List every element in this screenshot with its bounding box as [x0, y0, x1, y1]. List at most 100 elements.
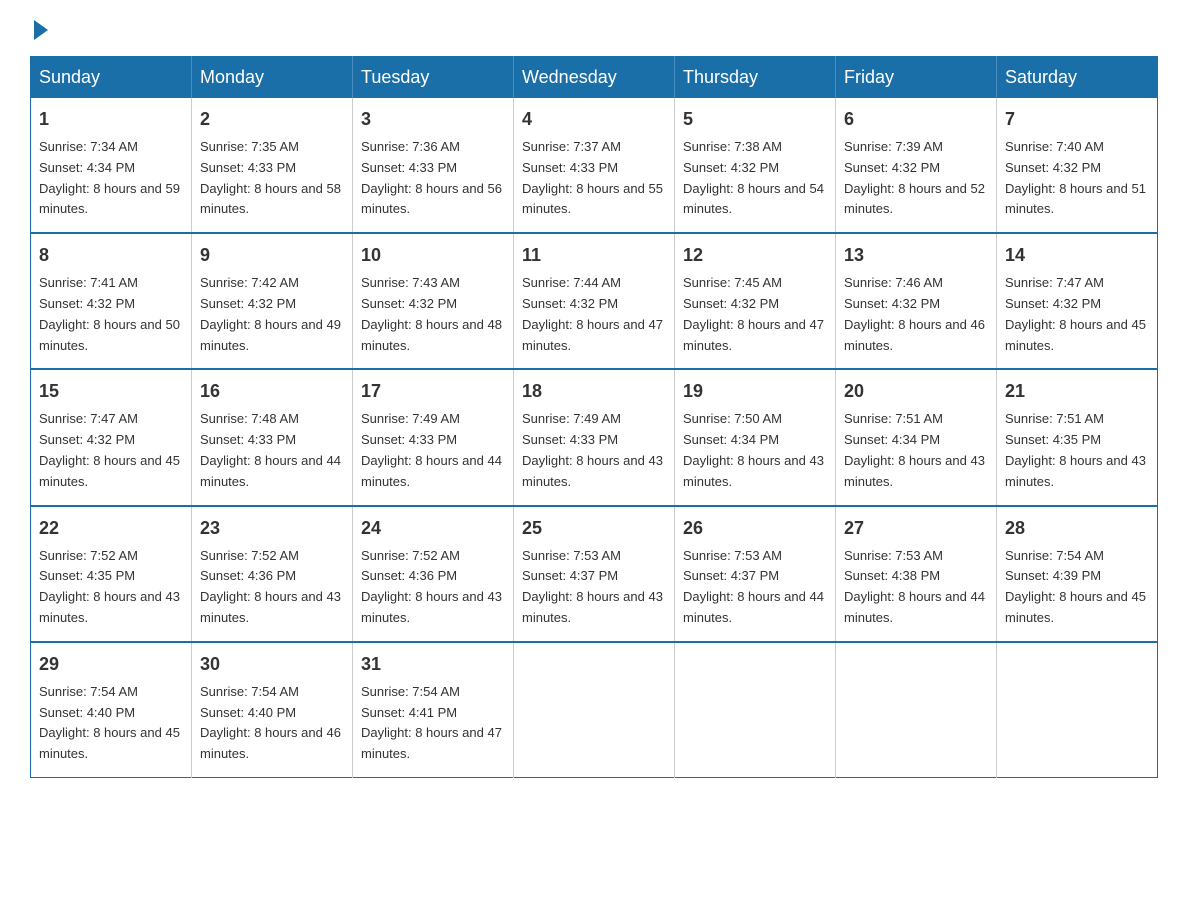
day-info: Sunrise: 7:49 AM Sunset: 4:33 PM Dayligh… [522, 409, 666, 492]
calendar-cell: 27 Sunrise: 7:53 AM Sunset: 4:38 PM Dayl… [836, 506, 997, 642]
day-info: Sunrise: 7:42 AM Sunset: 4:32 PM Dayligh… [200, 273, 344, 356]
sunset-label: Sunset: 4:32 PM [1005, 296, 1101, 311]
sunset-label: Sunset: 4:41 PM [361, 705, 457, 720]
day-number: 29 [39, 651, 183, 678]
calendar-cell: 25 Sunrise: 7:53 AM Sunset: 4:37 PM Dayl… [514, 506, 675, 642]
daylight-label: Daylight: 8 hours and 58 minutes. [200, 181, 341, 217]
sunset-label: Sunset: 4:34 PM [683, 432, 779, 447]
calendar-cell: 22 Sunrise: 7:52 AM Sunset: 4:35 PM Dayl… [31, 506, 192, 642]
daylight-label: Daylight: 8 hours and 43 minutes. [1005, 453, 1146, 489]
sunset-label: Sunset: 4:32 PM [200, 296, 296, 311]
sunrise-label: Sunrise: 7:40 AM [1005, 139, 1104, 154]
sunset-label: Sunset: 4:36 PM [200, 568, 296, 583]
day-number: 23 [200, 515, 344, 542]
daylight-label: Daylight: 8 hours and 52 minutes. [844, 181, 985, 217]
logo-arrow-icon [34, 20, 48, 40]
day-number: 15 [39, 378, 183, 405]
day-number: 26 [683, 515, 827, 542]
calendar-cell: 24 Sunrise: 7:52 AM Sunset: 4:36 PM Dayl… [353, 506, 514, 642]
daylight-label: Daylight: 8 hours and 56 minutes. [361, 181, 502, 217]
daylight-label: Daylight: 8 hours and 43 minutes. [361, 589, 502, 625]
daylight-label: Daylight: 8 hours and 47 minutes. [683, 317, 824, 353]
day-info: Sunrise: 7:46 AM Sunset: 4:32 PM Dayligh… [844, 273, 988, 356]
logo [30, 20, 48, 36]
sunrise-label: Sunrise: 7:54 AM [361, 684, 460, 699]
day-info: Sunrise: 7:53 AM Sunset: 4:37 PM Dayligh… [683, 546, 827, 629]
day-info: Sunrise: 7:36 AM Sunset: 4:33 PM Dayligh… [361, 137, 505, 220]
day-info: Sunrise: 7:38 AM Sunset: 4:32 PM Dayligh… [683, 137, 827, 220]
sunrise-label: Sunrise: 7:42 AM [200, 275, 299, 290]
day-info: Sunrise: 7:47 AM Sunset: 4:32 PM Dayligh… [1005, 273, 1149, 356]
calendar-cell: 14 Sunrise: 7:47 AM Sunset: 4:32 PM Dayl… [997, 233, 1158, 369]
sunset-label: Sunset: 4:32 PM [522, 296, 618, 311]
sunset-label: Sunset: 4:40 PM [200, 705, 296, 720]
calendar-cell: 16 Sunrise: 7:48 AM Sunset: 4:33 PM Dayl… [192, 369, 353, 505]
day-number: 25 [522, 515, 666, 542]
daylight-label: Daylight: 8 hours and 45 minutes. [1005, 317, 1146, 353]
sunset-label: Sunset: 4:33 PM [522, 432, 618, 447]
day-number: 1 [39, 106, 183, 133]
sunrise-label: Sunrise: 7:34 AM [39, 139, 138, 154]
day-number: 8 [39, 242, 183, 269]
daylight-label: Daylight: 8 hours and 45 minutes. [39, 725, 180, 761]
calendar-cell [997, 642, 1158, 778]
calendar-cell: 19 Sunrise: 7:50 AM Sunset: 4:34 PM Dayl… [675, 369, 836, 505]
sunset-label: Sunset: 4:39 PM [1005, 568, 1101, 583]
day-info: Sunrise: 7:39 AM Sunset: 4:32 PM Dayligh… [844, 137, 988, 220]
sunset-label: Sunset: 4:34 PM [39, 160, 135, 175]
sunrise-label: Sunrise: 7:35 AM [200, 139, 299, 154]
calendar-week-row: 29 Sunrise: 7:54 AM Sunset: 4:40 PM Dayl… [31, 642, 1158, 778]
day-number: 3 [361, 106, 505, 133]
calendar-cell: 2 Sunrise: 7:35 AM Sunset: 4:33 PM Dayli… [192, 98, 353, 233]
daylight-label: Daylight: 8 hours and 45 minutes. [1005, 589, 1146, 625]
calendar-cell: 4 Sunrise: 7:37 AM Sunset: 4:33 PM Dayli… [514, 98, 675, 233]
day-info: Sunrise: 7:49 AM Sunset: 4:33 PM Dayligh… [361, 409, 505, 492]
sunrise-label: Sunrise: 7:47 AM [1005, 275, 1104, 290]
day-number: 21 [1005, 378, 1149, 405]
day-number: 5 [683, 106, 827, 133]
daylight-label: Daylight: 8 hours and 45 minutes. [39, 453, 180, 489]
calendar-cell: 12 Sunrise: 7:45 AM Sunset: 4:32 PM Dayl… [675, 233, 836, 369]
day-info: Sunrise: 7:44 AM Sunset: 4:32 PM Dayligh… [522, 273, 666, 356]
day-info: Sunrise: 7:35 AM Sunset: 4:33 PM Dayligh… [200, 137, 344, 220]
sunrise-label: Sunrise: 7:36 AM [361, 139, 460, 154]
sunset-label: Sunset: 4:32 PM [844, 160, 940, 175]
day-info: Sunrise: 7:48 AM Sunset: 4:33 PM Dayligh… [200, 409, 344, 492]
day-info: Sunrise: 7:53 AM Sunset: 4:37 PM Dayligh… [522, 546, 666, 629]
sunset-label: Sunset: 4:32 PM [39, 296, 135, 311]
day-info: Sunrise: 7:54 AM Sunset: 4:40 PM Dayligh… [39, 682, 183, 765]
calendar-cell: 1 Sunrise: 7:34 AM Sunset: 4:34 PM Dayli… [31, 98, 192, 233]
page-header [30, 20, 1158, 36]
calendar-cell: 6 Sunrise: 7:39 AM Sunset: 4:32 PM Dayli… [836, 98, 997, 233]
day-info: Sunrise: 7:34 AM Sunset: 4:34 PM Dayligh… [39, 137, 183, 220]
day-info: Sunrise: 7:40 AM Sunset: 4:32 PM Dayligh… [1005, 137, 1149, 220]
daylight-label: Daylight: 8 hours and 43 minutes. [522, 453, 663, 489]
sunset-label: Sunset: 4:32 PM [844, 296, 940, 311]
calendar-cell: 23 Sunrise: 7:52 AM Sunset: 4:36 PM Dayl… [192, 506, 353, 642]
sunrise-label: Sunrise: 7:53 AM [844, 548, 943, 563]
sunrise-label: Sunrise: 7:41 AM [39, 275, 138, 290]
calendar-cell: 3 Sunrise: 7:36 AM Sunset: 4:33 PM Dayli… [353, 98, 514, 233]
day-info: Sunrise: 7:51 AM Sunset: 4:34 PM Dayligh… [844, 409, 988, 492]
day-info: Sunrise: 7:53 AM Sunset: 4:38 PM Dayligh… [844, 546, 988, 629]
sunrise-label: Sunrise: 7:54 AM [39, 684, 138, 699]
day-number: 6 [844, 106, 988, 133]
daylight-label: Daylight: 8 hours and 44 minutes. [200, 453, 341, 489]
day-number: 24 [361, 515, 505, 542]
calendar-cell [836, 642, 997, 778]
daylight-label: Daylight: 8 hours and 43 minutes. [844, 453, 985, 489]
calendar-cell: 13 Sunrise: 7:46 AM Sunset: 4:32 PM Dayl… [836, 233, 997, 369]
daylight-label: Daylight: 8 hours and 54 minutes. [683, 181, 824, 217]
daylight-label: Daylight: 8 hours and 47 minutes. [361, 725, 502, 761]
sunrise-label: Sunrise: 7:39 AM [844, 139, 943, 154]
sunrise-label: Sunrise: 7:45 AM [683, 275, 782, 290]
day-number: 7 [1005, 106, 1149, 133]
sunset-label: Sunset: 4:37 PM [522, 568, 618, 583]
sunset-label: Sunset: 4:40 PM [39, 705, 135, 720]
daylight-label: Daylight: 8 hours and 43 minutes. [522, 589, 663, 625]
sunset-label: Sunset: 4:34 PM [844, 432, 940, 447]
day-number: 20 [844, 378, 988, 405]
daylight-label: Daylight: 8 hours and 59 minutes. [39, 181, 180, 217]
sunrise-label: Sunrise: 7:52 AM [361, 548, 460, 563]
day-number: 9 [200, 242, 344, 269]
